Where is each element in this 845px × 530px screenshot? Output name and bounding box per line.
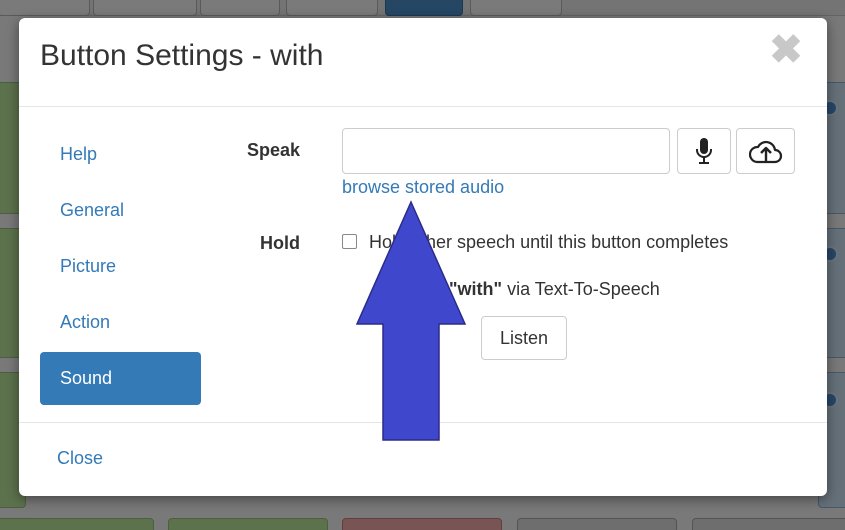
listen-button[interactable]: Listen bbox=[481, 316, 567, 360]
cloud-upload-icon bbox=[748, 140, 782, 164]
speak-label: Speak bbox=[247, 140, 301, 160]
nav-item-help[interactable]: Help bbox=[40, 128, 201, 181]
browse-stored-audio-link[interactable]: browse stored audio bbox=[342, 177, 504, 198]
upload-audio-button[interactable] bbox=[736, 128, 795, 174]
record-audio-button[interactable] bbox=[677, 128, 731, 174]
nav-item-picture[interactable]: Picture bbox=[40, 240, 201, 293]
footer-close-button[interactable]: Close bbox=[57, 448, 103, 469]
microphone-icon bbox=[696, 138, 712, 164]
nav-item-action[interactable]: Action bbox=[40, 296, 201, 349]
nav-item-general[interactable]: General bbox=[40, 184, 201, 237]
speak-input[interactable] bbox=[342, 128, 670, 174]
nav-item-sound[interactable]: Sound bbox=[40, 352, 201, 405]
tts-suffix: via Text-To-Speech bbox=[502, 279, 660, 299]
modal-header: Button Settings - with ✖ bbox=[19, 18, 827, 107]
settings-nav: Help General Picture Action Sound bbox=[40, 128, 201, 408]
modal-title: Button Settings - with bbox=[40, 39, 324, 72]
annotation-arrow-icon bbox=[355, 200, 467, 441]
close-icon[interactable]: ✖ bbox=[766, 30, 806, 70]
tts-description: "with" via Text-To-Speech bbox=[449, 279, 660, 300]
hold-label: Hold bbox=[260, 233, 300, 253]
